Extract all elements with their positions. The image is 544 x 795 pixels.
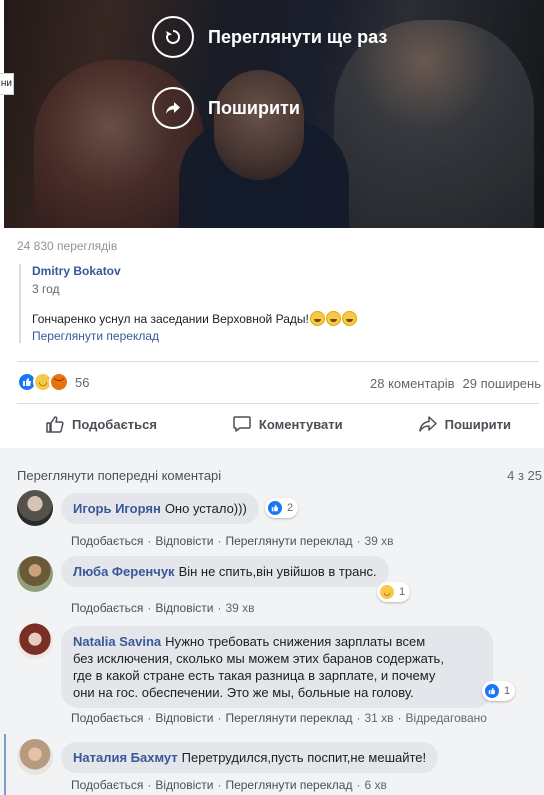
thumbs-up-icon [46,416,64,433]
like-button-label: Подобається [72,416,157,432]
post-actions: Подобається Коментувати Поширити [17,414,539,434]
quote-translate-link[interactable]: Переглянути переклад [32,329,529,343]
angry-icon: ︶ [49,372,69,392]
comment-text: Перетрудился,пусть поспит,не мешайте! [181,750,427,765]
comment-bubble: Люба Ференчук Він не спить,він увійшов в … [61,556,389,587]
comment-bubble: Игорь Игорян Оно устало))) [61,493,259,524]
avatar[interactable] [17,623,53,659]
share-arrow-icon [152,87,194,129]
comment-like-link[interactable]: Подобається [71,711,143,725]
comment-meta: Подобається · Відповісти · Переглянути перек… [71,778,387,792]
comment-text: Оно устало))) [164,501,247,516]
comment-time[interactable]: 39 хв [225,601,254,615]
like-icon [484,683,500,699]
divider [17,361,539,362]
video-share-label: Поширити [208,97,300,118]
like-button[interactable]: Подобається [45,414,157,434]
view-previous-comments-link[interactable]: Переглянути попередні коментарі [17,468,221,483]
comment-meta: Подобається · Відповісти · 39 хв [71,601,255,615]
comment-reply-link[interactable]: Відповісти [155,601,213,615]
replay-icon [152,16,194,58]
comment-item: Natalia Savina Нужно требовать снижения з… [17,623,537,733]
comment-text-line: где в какой стране есть такая разница в … [73,668,436,683]
share-arrow-icon [418,416,437,432]
avatar[interactable] [17,490,53,526]
comment-like-link[interactable]: Подобається [71,778,143,792]
commenter-name[interactable]: Люба Ференчук [73,564,175,579]
comment-reaction-badge[interactable]: ◡ 1 [377,582,411,602]
comment-item: Игорь Игорян Оно устало))) 2 Подобається ·… [17,490,537,548]
commenter-name[interactable]: Игорь Игорян [73,501,161,516]
comment-time[interactable]: 39 хв [364,534,393,548]
comment-item: Наталия Бахмут Перетрудился,пусть поспит,… [17,739,537,795]
share-button-label: Поширити [444,416,511,432]
comment-translate-link[interactable]: Переглянути переклад [225,778,352,792]
comment-reaction-count: 2 [287,502,294,514]
reaction-count: 56 [75,374,90,390]
comment-time[interactable]: 6 хв [364,778,386,792]
like-icon [267,500,283,516]
comment-bubble: Наталия Бахмут Перетрудился,пусть поспит,… [61,742,439,773]
new-comment-indicator [4,734,6,795]
comment-reaction-count: 1 [504,685,511,697]
post-stats: 28 коментарів 29 поширень [370,376,541,391]
comment-like-link[interactable]: Подобається [71,534,143,548]
comment-text-line: Нужно требовать снижения зарплаты всем [165,634,426,649]
comment-edited-label[interactable]: Відредаговано [406,711,487,725]
comment-meta: Подобається · Відповісти · Переглянути перек… [71,711,487,725]
reaction-summary[interactable]: ◡ ︶ 56 [17,372,89,392]
comment-reaction-count: 1 [399,586,406,598]
grin-emoji-icon [309,311,325,326]
shared-post-quote: Dmitry Bokatov 3 год Гончаренко уснул на… [19,264,529,343]
comment-text: Він не спить,він увійшов в транс. [178,564,377,579]
comment-button[interactable]: Коментувати [232,414,343,434]
commenter-name[interactable]: Natalia Savina [73,634,161,649]
comment-button-label: Коментувати [258,416,343,432]
avatar[interactable] [17,556,53,592]
share-button[interactable]: Поширити [418,414,511,434]
grin-emoji-icon [325,311,341,326]
commenter-name[interactable]: Наталия Бахмут [73,750,178,765]
comment-translate-link[interactable]: Переглянути переклад [225,711,352,725]
replay-label: Переглянути ще раз [208,26,388,47]
comment-item: Люба Ференчук Він не спить,він увійшов в … [17,556,537,616]
divider [17,403,539,404]
comment-text-line: без исключения, сколько мы можем этих ба… [73,651,444,666]
comment-text-line: они на гос. обеспечении. Это же мы, боль… [73,685,414,700]
comment-translate-link[interactable]: Переглянути переклад [225,534,352,548]
quote-time[interactable]: 3 год [32,282,529,296]
haha-icon: ◡ [379,584,395,600]
side-tab[interactable]: ни [0,73,14,95]
comment-reply-link[interactable]: Відповісти [155,711,213,725]
comment-reaction-badge[interactable]: 2 [265,498,299,518]
comment-like-link[interactable]: Подобається [71,601,143,615]
comments-section: Переглянути попередні коментарі 4 з 25 И… [0,448,544,795]
comments-count-link[interactable]: 28 коментарів [370,376,455,391]
comments-counter: 4 з 25 [507,468,542,483]
video-share-button[interactable]: Поширити [152,87,300,129]
grin-emoji-icon [341,311,357,326]
video-player[interactable]: Переглянути ще раз Поширити [4,0,544,228]
comment-meta: Подобається · Відповісти · Переглянути перек… [71,534,394,548]
comment-reply-link[interactable]: Відповісти [155,778,213,792]
comment-bubble-icon [233,416,251,432]
comment-reply-link[interactable]: Відповісти [155,534,213,548]
quote-text: Гончаренко уснул на заседании Верховной … [32,311,309,326]
shares-count-link[interactable]: 29 поширень [463,376,541,391]
avatar[interactable] [17,739,53,775]
quote-author[interactable]: Dmitry Bokatov [32,264,529,278]
comment-time[interactable]: 31 хв [364,711,393,725]
view-count: 24 830 переглядів [17,239,118,253]
replay-button[interactable]: Переглянути ще раз [152,16,387,58]
quote-text-row: Гончаренко уснул на заседании Верховной … [32,311,529,326]
comment-reaction-badge[interactable]: 1 [482,681,516,701]
comment-bubble: Natalia Savina Нужно требовать снижения з… [61,626,493,708]
